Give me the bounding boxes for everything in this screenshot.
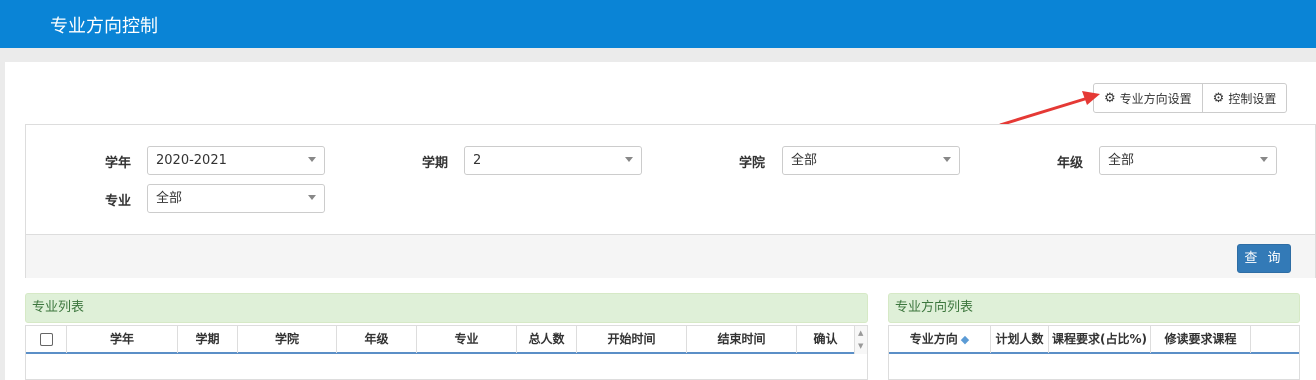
college-select[interactable]: 全部 — [782, 146, 960, 175]
filter-form: 学年 2020-2021 学期 2 学院 全部 年级 全部 专业 全部 查 询 — [25, 124, 1316, 278]
column-header[interactable]: 修读要求课程 — [1151, 326, 1251, 353]
direction-settings-button[interactable]: ⚙ 专业方向设置 — [1094, 84, 1202, 112]
major-list-grid: 学年 学期 学院 年级 专业 总人数 开始时间 结束时间 确认 ▲ ▼ — [25, 325, 868, 380]
select-all-checkbox[interactable] — [39, 333, 53, 346]
sort-icon[interactable]: ◆ — [961, 333, 969, 346]
grade-label: 年级 — [1057, 156, 1084, 171]
chevron-down-icon — [1260, 157, 1268, 162]
vertical-scrollbar[interactable]: ▲ ▼ — [854, 326, 867, 354]
column-header[interactable]: 学年 — [67, 326, 178, 353]
filter-footer: 查 询 — [26, 234, 1315, 278]
chevron-down-icon — [308, 195, 316, 200]
direction-list-header: 专业方向列表 — [888, 293, 1300, 323]
gear-icon: ⚙ — [1104, 90, 1116, 106]
direction-list-header-row: 专业方向 ◆ 计划人数 课程要求(占比%) 修读要求课程 — [889, 326, 1299, 354]
term-label: 学期 — [422, 156, 449, 171]
chevron-down-icon — [943, 157, 951, 162]
settings-button-group: ⚙ 专业方向设置 ⚙ 控制设置 — [1093, 83, 1288, 113]
year-label: 学年 — [105, 156, 132, 171]
major-label: 专业 — [105, 194, 132, 209]
scroll-up-icon[interactable]: ▲ — [858, 329, 863, 337]
select-all-cell — [26, 326, 67, 353]
column-header[interactable]: 年级 — [337, 326, 417, 353]
term-select-value: 2 — [473, 153, 482, 168]
column-header[interactable]: 总人数 — [517, 326, 577, 353]
major-select[interactable]: 全部 — [147, 184, 325, 213]
column-header[interactable]: 专业 — [417, 326, 517, 353]
term-select[interactable]: 2 — [464, 146, 642, 175]
direction-list-grid: 专业方向 ◆ 计划人数 课程要求(占比%) 修读要求课程 — [888, 325, 1300, 380]
query-button[interactable]: 查 询 — [1237, 244, 1291, 273]
grade-select-value: 全部 — [1108, 153, 1135, 168]
column-header[interactable]: 确认 — [797, 326, 854, 353]
column-header[interactable]: 结束时间 — [687, 326, 797, 353]
college-select-value: 全部 — [791, 153, 818, 168]
chevron-down-icon — [308, 157, 316, 162]
column-header-spacer — [1251, 326, 1299, 353]
top-bar: 专业方向控制 — [0, 0, 1316, 48]
column-header[interactable]: 计划人数 — [991, 326, 1049, 353]
college-label: 学院 — [739, 156, 766, 171]
column-header-label: 专业方向 — [909, 332, 958, 346]
year-select-value: 2020-2021 — [156, 153, 227, 168]
column-header[interactable]: 学期 — [178, 326, 238, 353]
column-header[interactable]: 课程要求(占比%) — [1049, 326, 1151, 353]
scroll-down-icon[interactable]: ▼ — [858, 342, 863, 350]
chevron-down-icon — [625, 157, 633, 162]
direction-settings-label: 专业方向设置 — [1119, 91, 1192, 106]
grade-select[interactable]: 全部 — [1099, 146, 1277, 175]
major-list-header: 专业列表 — [25, 293, 868, 323]
column-header[interactable]: 学院 — [238, 326, 337, 353]
column-header-direction[interactable]: 专业方向 ◆ — [889, 326, 991, 353]
major-select-value: 全部 — [156, 191, 183, 206]
year-select[interactable]: 2020-2021 — [147, 146, 325, 175]
page-title: 专业方向控制 — [50, 16, 158, 37]
major-list-header-row: 学年 学期 学院 年级 专业 总人数 开始时间 结束时间 确认 — [26, 326, 854, 354]
column-header[interactable]: 开始时间 — [577, 326, 687, 353]
control-settings-button[interactable]: ⚙ 控制设置 — [1201, 84, 1287, 112]
control-settings-label: 控制设置 — [1228, 91, 1277, 106]
gear-icon: ⚙ — [1212, 90, 1225, 106]
